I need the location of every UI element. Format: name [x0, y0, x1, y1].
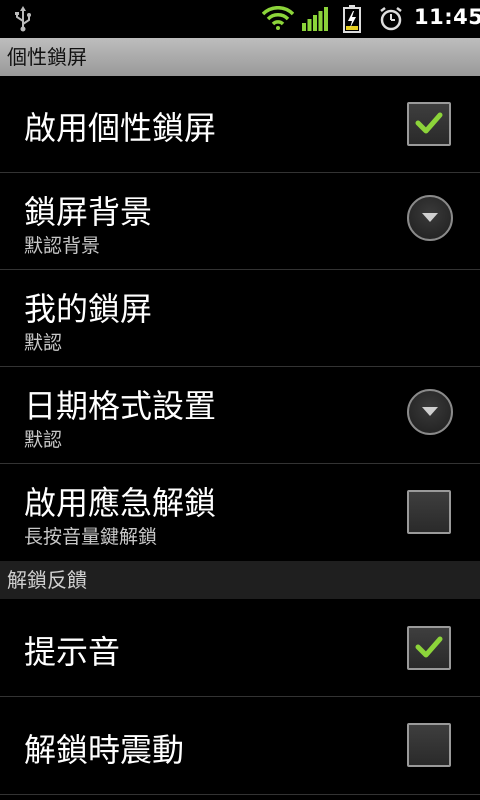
screen-title: 個性鎖屏: [0, 38, 480, 76]
usb-icon: [14, 6, 32, 36]
pref-summary: 默認背景: [24, 235, 101, 257]
pref-unlock-sound[interactable]: 提示音: [0, 599, 480, 697]
pref-enable-custom-lockscreen[interactable]: 啟用個性鎖屏: [0, 76, 480, 173]
status-clock: 11:45: [414, 5, 480, 29]
pref-summary: 長按音量鍵解鎖: [24, 526, 158, 548]
check-icon: [415, 636, 443, 658]
battery-charging-icon: [343, 5, 361, 37]
enable-custom-lockscreen-checkbox[interactable]: [407, 102, 451, 146]
date-format-dropdown[interactable]: [407, 389, 453, 435]
section-header-unlock-feedback: 解鎖反饋: [0, 561, 480, 599]
lockscreen-background-dropdown[interactable]: [407, 195, 453, 241]
chevron-down-icon: [422, 213, 438, 222]
pref-label: 啟用個性鎖屏: [24, 109, 217, 147]
wifi-icon: [261, 6, 295, 34]
pref-emergency-unlock[interactable]: 啟用應急解鎖 長按音量鍵解鎖: [0, 464, 480, 561]
pref-lockscreen-background[interactable]: 鎖屏背景 默認背景: [0, 173, 480, 270]
status-bar: 11:45: [0, 0, 480, 38]
pref-summary: 默認: [24, 429, 63, 451]
pref-unlock-vibrate[interactable]: 解鎖時震動: [0, 697, 480, 795]
unlock-sound-checkbox[interactable]: [407, 626, 451, 670]
pref-date-format[interactable]: 日期格式設置 默認: [0, 367, 480, 464]
pref-label: 解鎖時震動: [24, 731, 185, 769]
emergency-unlock-checkbox[interactable]: [407, 490, 451, 534]
chevron-down-icon: [422, 407, 438, 416]
pref-label: 啟用應急解鎖: [24, 484, 217, 522]
signal-icon: [302, 7, 328, 35]
pref-label: 鎖屏背景: [24, 193, 153, 231]
pref-label: 我的鎖屏: [24, 290, 153, 328]
pref-label: 提示音: [24, 633, 121, 671]
pref-my-lockscreen[interactable]: 我的鎖屏 默認: [0, 270, 480, 367]
check-icon: [415, 112, 443, 134]
unlock-vibrate-checkbox[interactable]: [407, 723, 451, 767]
pref-label: 日期格式設置: [24, 387, 217, 425]
alarm-icon: [379, 6, 403, 36]
pref-summary: 默認: [24, 332, 63, 354]
